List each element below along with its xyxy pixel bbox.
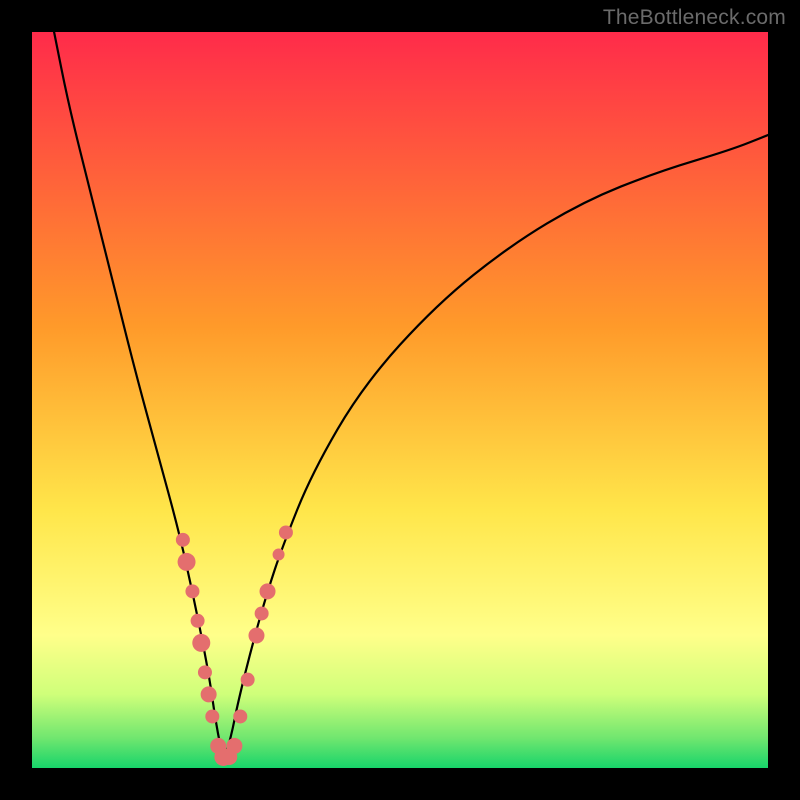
marker-dot (178, 553, 196, 571)
marker-dot (233, 709, 247, 723)
chart-frame: TheBottleneck.com (0, 0, 800, 800)
marker-dot (260, 583, 276, 599)
marker-dot (176, 533, 190, 547)
marker-dot (198, 665, 212, 679)
marker-dot (248, 628, 264, 644)
marker-dot (201, 686, 217, 702)
chart-svg (32, 32, 768, 768)
marker-dot (255, 606, 269, 620)
marker-dot (273, 549, 285, 561)
marker-dot (226, 738, 242, 754)
marker-dot (192, 634, 210, 652)
watermark-text: TheBottleneck.com (603, 6, 786, 30)
marker-dot (185, 584, 199, 598)
marker-dot (241, 673, 255, 687)
marker-dot (191, 614, 205, 628)
marker-dot (279, 525, 293, 539)
plot-area (32, 32, 768, 768)
marker-dot (205, 709, 219, 723)
